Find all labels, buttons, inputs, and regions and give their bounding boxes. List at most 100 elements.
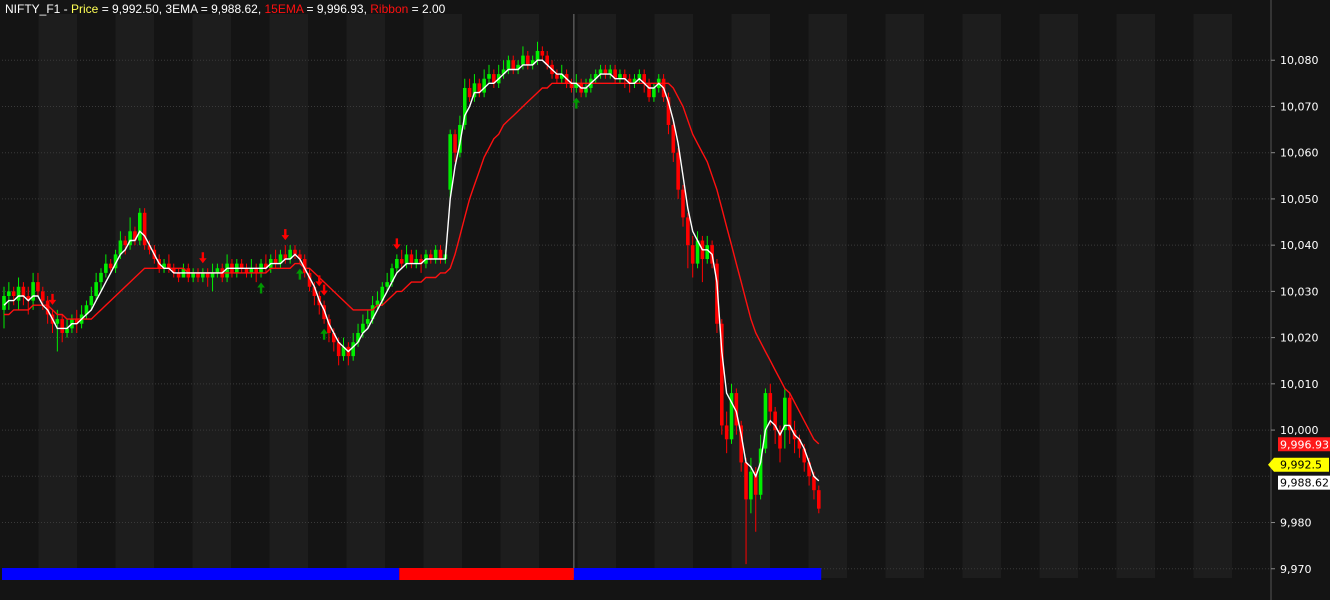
candle-bull xyxy=(365,319,370,324)
candle-bear xyxy=(41,291,45,301)
ribbon-segment xyxy=(399,568,574,580)
time-band xyxy=(577,14,616,578)
candle-bear xyxy=(540,50,545,56)
candle-bull xyxy=(705,245,710,260)
y-tick-label: 10,030 xyxy=(1280,285,1319,298)
candle-bull xyxy=(506,60,511,70)
ribbon-segment xyxy=(2,568,400,580)
candle-bear xyxy=(681,189,685,218)
candle-bear xyxy=(108,263,113,269)
candle-bear xyxy=(409,254,414,264)
time-band xyxy=(115,14,154,578)
candle-bull xyxy=(487,74,491,79)
time-band xyxy=(423,14,462,578)
candle-bull xyxy=(7,291,11,296)
candle-bear xyxy=(569,83,574,88)
candle-bull xyxy=(55,319,60,324)
candle-bear xyxy=(36,282,40,292)
candle-bear xyxy=(686,217,690,246)
y-tick-label: 10,040 xyxy=(1280,239,1319,252)
ema15-value-badge-text: 9,996.93 xyxy=(1280,438,1329,451)
candle-bull xyxy=(749,471,753,500)
candle-bull xyxy=(404,254,409,264)
candle-bull xyxy=(351,342,355,357)
candle-bull xyxy=(99,272,103,283)
title-ema3-value: = 9,988.62, xyxy=(197,2,264,16)
candle-bull xyxy=(448,134,452,190)
y-tick-label: 9,980 xyxy=(1280,517,1312,530)
candle-bull xyxy=(2,296,6,310)
time-band xyxy=(962,14,1001,578)
candle-bear xyxy=(467,87,472,98)
candle-bear xyxy=(768,393,773,412)
y-tick-label: 10,070 xyxy=(1280,100,1319,113)
time-band xyxy=(1001,14,1040,578)
candle-bear xyxy=(142,212,147,246)
candle-bear xyxy=(511,60,516,70)
ema3-value-badge-text: 9,988.62 xyxy=(1280,477,1329,490)
candle-bull xyxy=(225,263,229,278)
y-tick-label: 10,060 xyxy=(1280,147,1319,160)
candle-bear xyxy=(676,152,680,190)
candle-bear xyxy=(453,134,457,153)
chart-title: NIFTY_F1 - Price = 9,992.50, 3EMA = 9,98… xyxy=(5,2,446,16)
time-band xyxy=(693,14,732,578)
time-band xyxy=(385,14,424,578)
candle-bull xyxy=(16,286,21,301)
candle-bear xyxy=(167,263,171,269)
time-band xyxy=(269,14,308,578)
candle-bear xyxy=(647,83,651,98)
price-value-badge-text: 9,992.5 xyxy=(1280,459,1322,472)
time-band xyxy=(1116,14,1155,578)
candle-bull xyxy=(652,87,656,98)
y-tick-label: 10,020 xyxy=(1280,332,1319,345)
title-price-value: = 9,992.50, xyxy=(98,2,165,16)
time-band xyxy=(847,14,886,578)
y-tick-label: 10,000 xyxy=(1280,424,1319,437)
time-band xyxy=(924,14,963,578)
candle-bear xyxy=(526,55,530,65)
candle-bull xyxy=(215,268,220,273)
chart-root: 9,970 9,980 10,000 10,010 10,020 10,030 10,040… xyxy=(0,0,1330,600)
candle-bear xyxy=(690,245,695,264)
time-band xyxy=(1232,14,1270,578)
title-price-label: Price xyxy=(71,2,99,16)
time-band xyxy=(500,14,539,578)
time-band xyxy=(885,14,924,578)
candle-bull xyxy=(521,55,525,65)
candle-bull xyxy=(535,50,540,61)
candle-bull xyxy=(104,263,108,273)
time-band xyxy=(1193,14,1232,578)
time-band xyxy=(231,14,270,578)
time-band xyxy=(539,14,578,578)
price-chart[interactable]: 9,970 9,980 10,000 10,010 10,020 10,030 10,040… xyxy=(0,0,1330,600)
y-tick-label: 9,970 xyxy=(1280,563,1312,576)
y-tick-label: 10,050 xyxy=(1280,193,1319,206)
time-band xyxy=(192,14,231,578)
time-band xyxy=(346,14,385,578)
title-ribbon-label: Ribbon xyxy=(370,2,408,16)
y-tick-label: 10,010 xyxy=(1280,378,1319,391)
candle-bull xyxy=(385,282,389,287)
time-band xyxy=(154,14,193,578)
time-band xyxy=(654,14,693,578)
y-tick-label: 10,080 xyxy=(1280,54,1319,67)
time-band xyxy=(1078,14,1117,578)
candle-bear xyxy=(817,490,821,509)
candle-bear xyxy=(21,286,26,296)
title-ribbon-value: = 2.00 xyxy=(408,2,445,16)
candle-bull xyxy=(89,296,94,306)
candle-bear xyxy=(239,263,244,269)
candle-bear xyxy=(123,240,128,246)
candle-bear xyxy=(399,259,404,264)
candle-bull xyxy=(138,212,142,241)
time-band xyxy=(462,14,501,578)
candle-bear xyxy=(60,319,64,333)
time-band xyxy=(1039,14,1078,578)
candle-bull xyxy=(94,282,98,296)
time-band xyxy=(1155,14,1194,578)
title-symbol: NIFTY_F1 - xyxy=(5,2,71,16)
title-ema15-value: = 9,996.93, xyxy=(303,2,370,16)
candle-bull xyxy=(482,78,486,93)
title-ema15-label: 15EMA xyxy=(265,2,304,16)
